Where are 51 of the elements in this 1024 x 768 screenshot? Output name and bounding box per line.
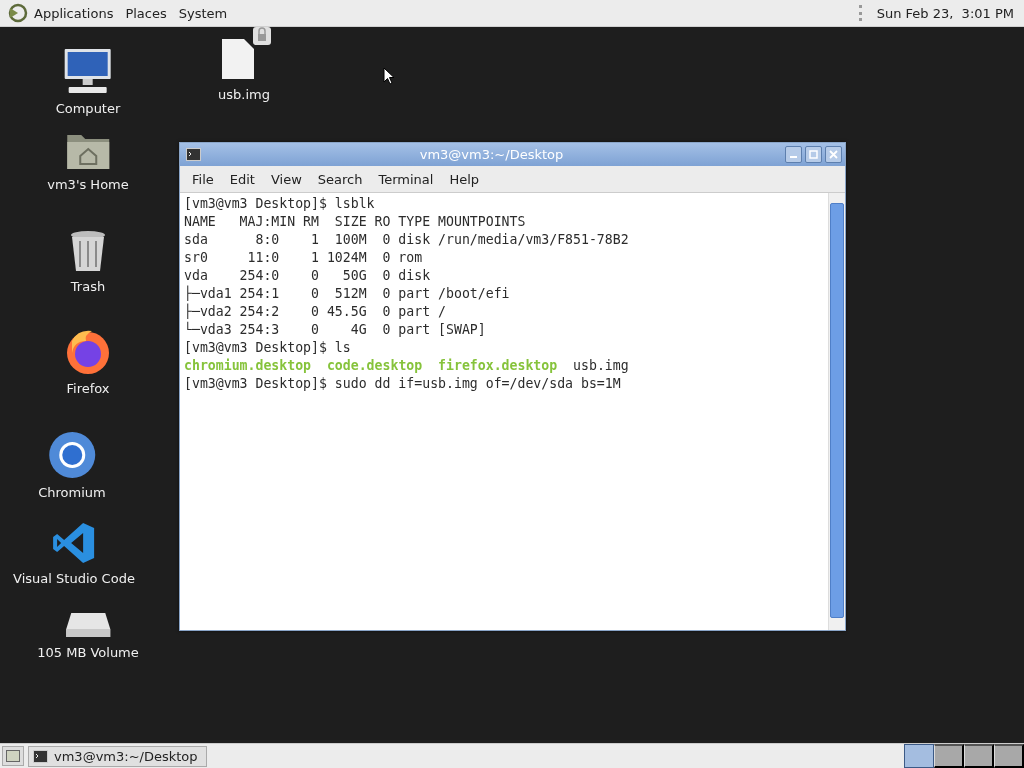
terminal-icon (186, 148, 201, 161)
desktop-icon-label[interactable]: vm3's Home (47, 177, 129, 192)
menu-item[interactable]: Edit (221, 171, 263, 187)
terminal-line: sda 8:0 1 100M 0 disk /run/media/vm3/F851-78B2 (184, 231, 630, 249)
terminal-line: [vm3@vm3 Desktop]$ ls (184, 339, 352, 357)
workspace-switcher[interactable] (904, 744, 934, 768)
panel-menu[interactable]: System (172, 3, 234, 23)
terminal-line: ├─vda2 254:2 0 45.5G 0 part / (184, 303, 447, 321)
minimize-button[interactable] (785, 146, 802, 163)
menu-item[interactable]: Search (309, 171, 371, 187)
window-title: vm3@vm3:~/Desktop (418, 147, 565, 162)
maximize-icon (809, 150, 818, 159)
menu-item[interactable]: Terminal (370, 171, 442, 187)
menu-item[interactable]: File (184, 171, 222, 187)
desktop-icon-label[interactable]: Firefox (66, 381, 110, 396)
terminal-line: ├─vda1 254:1 0 512M 0 part /boot/efi (184, 285, 511, 303)
maximize-button[interactable] (805, 146, 822, 163)
terminal-line: NAME MAJ:MIN RM SIZE RO TYPE MOUNTPOINTS (184, 213, 527, 231)
chromium-icon (48, 431, 96, 479)
terminal-line: vda 254:0 0 50G 0 disk (184, 267, 432, 285)
close-button[interactable] (825, 146, 842, 163)
distro-logo-icon[interactable] (8, 3, 28, 23)
workspace-switcher[interactable] (934, 744, 964, 768)
terminal-icon (33, 749, 48, 763)
menu-item[interactable]: View (262, 171, 310, 187)
menu-item[interactable]: Help (441, 171, 488, 187)
desktop-icon-label[interactable]: Visual Studio Code (13, 571, 135, 586)
panel-menu[interactable]: Places (119, 3, 173, 23)
workspace-switcher[interactable] (964, 744, 994, 768)
desktop-icon-label[interactable]: 105 MB Volume (37, 645, 139, 660)
clock[interactable]: Sun Feb 23, 3:01 PM (870, 3, 1020, 23)
desktop-icon-label[interactable]: usb.img (218, 87, 270, 102)
scrollbar[interactable] (828, 193, 845, 630)
computer-icon (63, 47, 113, 95)
terminal-line: └─vda3 254:3 0 4G 0 part [SWAP] (184, 321, 487, 339)
close-icon (829, 150, 838, 159)
show-desktop-button[interactable] (2, 746, 24, 766)
trash-icon (68, 229, 108, 273)
panel-menu[interactable]: Applications (28, 3, 120, 23)
terminal-line: chromium.desktop code.desktop firefox.desktop usb.img (184, 357, 630, 375)
desktop-icon-label[interactable]: Computer (55, 101, 121, 116)
desktop-icon-label[interactable]: Trash (70, 279, 106, 294)
terminal-line: [vm3@vm3 Desktop]$ lsblk (184, 195, 376, 213)
taskbar-button[interactable]: vm3@vm3:~/Desktop (28, 745, 207, 767)
vscode-icon (52, 521, 96, 565)
mouse-pointer-icon (383, 67, 395, 85)
terminal-line: [vm3@vm3 Desktop]$ sudo dd if=usb.img of=/dev/sda bs=1M (184, 375, 622, 393)
drive-icon (65, 611, 111, 639)
terminal-line: sr0 11:0 1 1024M 0 rom (184, 249, 424, 267)
workspace-switcher[interactable] (994, 744, 1024, 768)
desktop-icon-label[interactable]: Chromium (38, 485, 106, 500)
